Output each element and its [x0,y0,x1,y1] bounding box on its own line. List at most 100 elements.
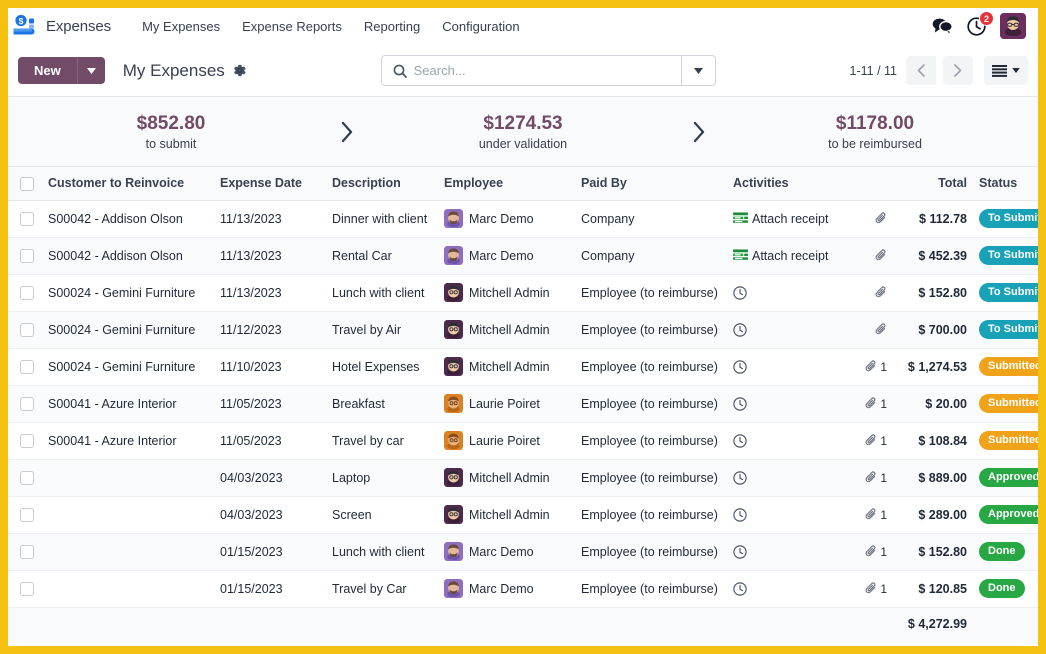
previous-page-button[interactable] [906,56,936,85]
table-row[interactable]: 01/15/2023 Travel by Car Marc Demo Employee… [8,570,1038,608]
status-badge[interactable]: Submitted [979,357,1038,377]
clock-icon[interactable] [733,434,747,448]
column-header-customer-to-reinvoice[interactable]: Customer to Reinvoice [42,167,214,201]
row-checkbox[interactable] [20,286,34,301]
row-checkbox[interactable] [20,471,34,486]
avatar[interactable] [1000,13,1026,39]
table-row[interactable]: S00042 - Addison Olson 11/13/2023 Rental C… [8,237,1038,275]
row-checkbox[interactable] [20,323,34,338]
menu-item-configuration[interactable]: Configuration [431,13,530,40]
select-all-checkbox[interactable] [20,176,34,191]
table-row[interactable]: 01/15/2023 Lunch with client Marc Demo Empl… [8,533,1038,571]
kpi-under-validation[interactable]: $1274.53 under validation [360,112,686,151]
status-badge[interactable]: Done [979,542,1025,562]
attachment-indicator[interactable]: 1 [853,397,887,411]
column-header-total[interactable]: Total [893,167,973,201]
clock-icon[interactable] [733,286,747,300]
table-row[interactable]: 04/03/2023 Screen Mitchell Admin Employee (… [8,496,1038,534]
status-badge[interactable]: Approved [979,468,1038,488]
attachment-indicator[interactable]: 1 [853,471,887,485]
column-header-employee[interactable]: Employee [438,167,575,201]
clock-icon[interactable] [733,582,747,596]
table-row[interactable]: S00041 - Azure Interior 11/05/2023 Travel … [8,422,1038,460]
table-row[interactable]: 04/03/2023 Laptop Mitchell Admin Employee (… [8,459,1038,497]
paperclip-icon [865,397,876,409]
row-checkbox[interactable] [20,508,34,523]
table-row[interactable]: S00042 - Addison Olson 11/13/2023 Dinner w… [8,200,1038,238]
menu-item-my-expenses[interactable]: My Expenses [131,13,231,40]
column-header-status[interactable]: Status [973,167,1038,201]
attachment-indicator[interactable]: 1 [853,508,887,522]
row-checkbox[interactable] [20,360,34,375]
row-checkbox[interactable] [20,249,34,264]
kpi-label: to be reimbursed [828,136,922,151]
clock-icon[interactable] [733,323,747,337]
attachment-indicator[interactable]: 1 [853,582,887,596]
attachment-indicator[interactable] [853,212,887,225]
activity-label[interactable]: Attach receipt [752,212,828,226]
clock-icon[interactable] [733,360,747,374]
status-badge[interactable]: To Submit [979,320,1038,340]
attachment-indicator[interactable] [853,323,887,336]
paperclip-icon [875,323,886,335]
status-badge[interactable]: Done [979,579,1025,599]
attachment-indicator[interactable]: 1 [853,360,887,374]
attachment-indicator[interactable]: 1 [853,545,887,559]
next-page-button[interactable] [943,56,973,85]
kpi-to-submit[interactable]: $852.80 to submit [8,112,334,151]
attachment-indicator[interactable] [853,286,887,299]
column-header-paid-by[interactable]: Paid By [575,167,727,201]
new-button[interactable]: New [18,57,77,84]
cell-employee: Mitchell Admin [438,311,575,349]
row-checkbox[interactable] [20,212,34,227]
main-menu: My Expenses Expense Reports Reporting Co… [131,13,530,40]
status-badge[interactable]: Submitted [979,394,1038,414]
attachment-indicator[interactable]: 1 [853,434,887,448]
status-badge[interactable]: Submitted [979,431,1038,451]
status-badge[interactable]: To Submit [979,283,1038,303]
pager-and-views: 1-11 / 11 [850,56,1028,85]
row-checkbox[interactable] [20,545,34,560]
attachment-indicator[interactable] [853,249,887,262]
clock-activities-icon[interactable]: 2 [967,10,994,36]
column-header-expense-date[interactable]: Expense Date [214,167,326,201]
clock-icon[interactable] [733,508,747,522]
cell-total: $ 452.39 [893,237,973,275]
clock-icon[interactable] [733,471,747,485]
cell-attachments: 1 [847,348,893,386]
chat-bubbles-icon[interactable] [932,17,953,35]
menu-item-reporting[interactable]: Reporting [353,13,431,40]
search-input[interactable] [413,56,681,85]
new-dropdown-button[interactable] [76,57,105,84]
status-badge[interactable]: Approved [979,505,1038,525]
search-dropdown-toggle[interactable] [680,56,715,85]
paperclip-icon [865,508,876,520]
row-checkbox[interactable] [20,434,34,449]
table-row[interactable]: S00041 - Azure Interior 11/05/2023 Breakfa… [8,385,1038,423]
column-header-activities[interactable]: Activities [727,167,847,201]
kpi-to-be-reimbursed[interactable]: $1178.00 to be reimbursed [712,112,1038,151]
row-checkbox[interactable] [20,397,34,412]
status-badge[interactable]: To Submit [979,246,1038,266]
view-switcher-button[interactable] [984,56,1028,85]
cell-activities [727,422,847,460]
activity-label[interactable]: Attach receipt [752,249,828,263]
menu-item-expense-reports[interactable]: Expense Reports [231,13,353,40]
table-row[interactable]: S00024 - Gemini Furniture 11/12/2023 Trave… [8,311,1038,349]
cell-status: Approved [973,496,1038,534]
brand[interactable]: $ Expenses [12,14,117,38]
attachment-count: 1 [880,544,887,559]
cell-description: Dinner with client [326,200,438,238]
clock-icon[interactable] [733,397,747,411]
clock-icon[interactable] [733,545,747,559]
gear-icon[interactable] [232,63,247,78]
record-pager[interactable]: 1-11 / 11 [850,64,900,78]
column-header-description[interactable]: Description [326,167,438,201]
table-row[interactable]: S00024 - Gemini Furniture 11/10/2023 Hotel… [8,348,1038,386]
row-checkbox[interactable] [20,582,34,597]
expense-summary-band: $852.80 to submit $1274.53 under validat… [8,97,1038,167]
cell-paid-by: Employee (to reimburse) [575,274,727,312]
cell-expense-date: 11/12/2023 [214,311,326,349]
status-badge[interactable]: To Submit [979,209,1038,229]
table-row[interactable]: S00024 - Gemini Furniture 11/13/2023 Lunch… [8,274,1038,312]
